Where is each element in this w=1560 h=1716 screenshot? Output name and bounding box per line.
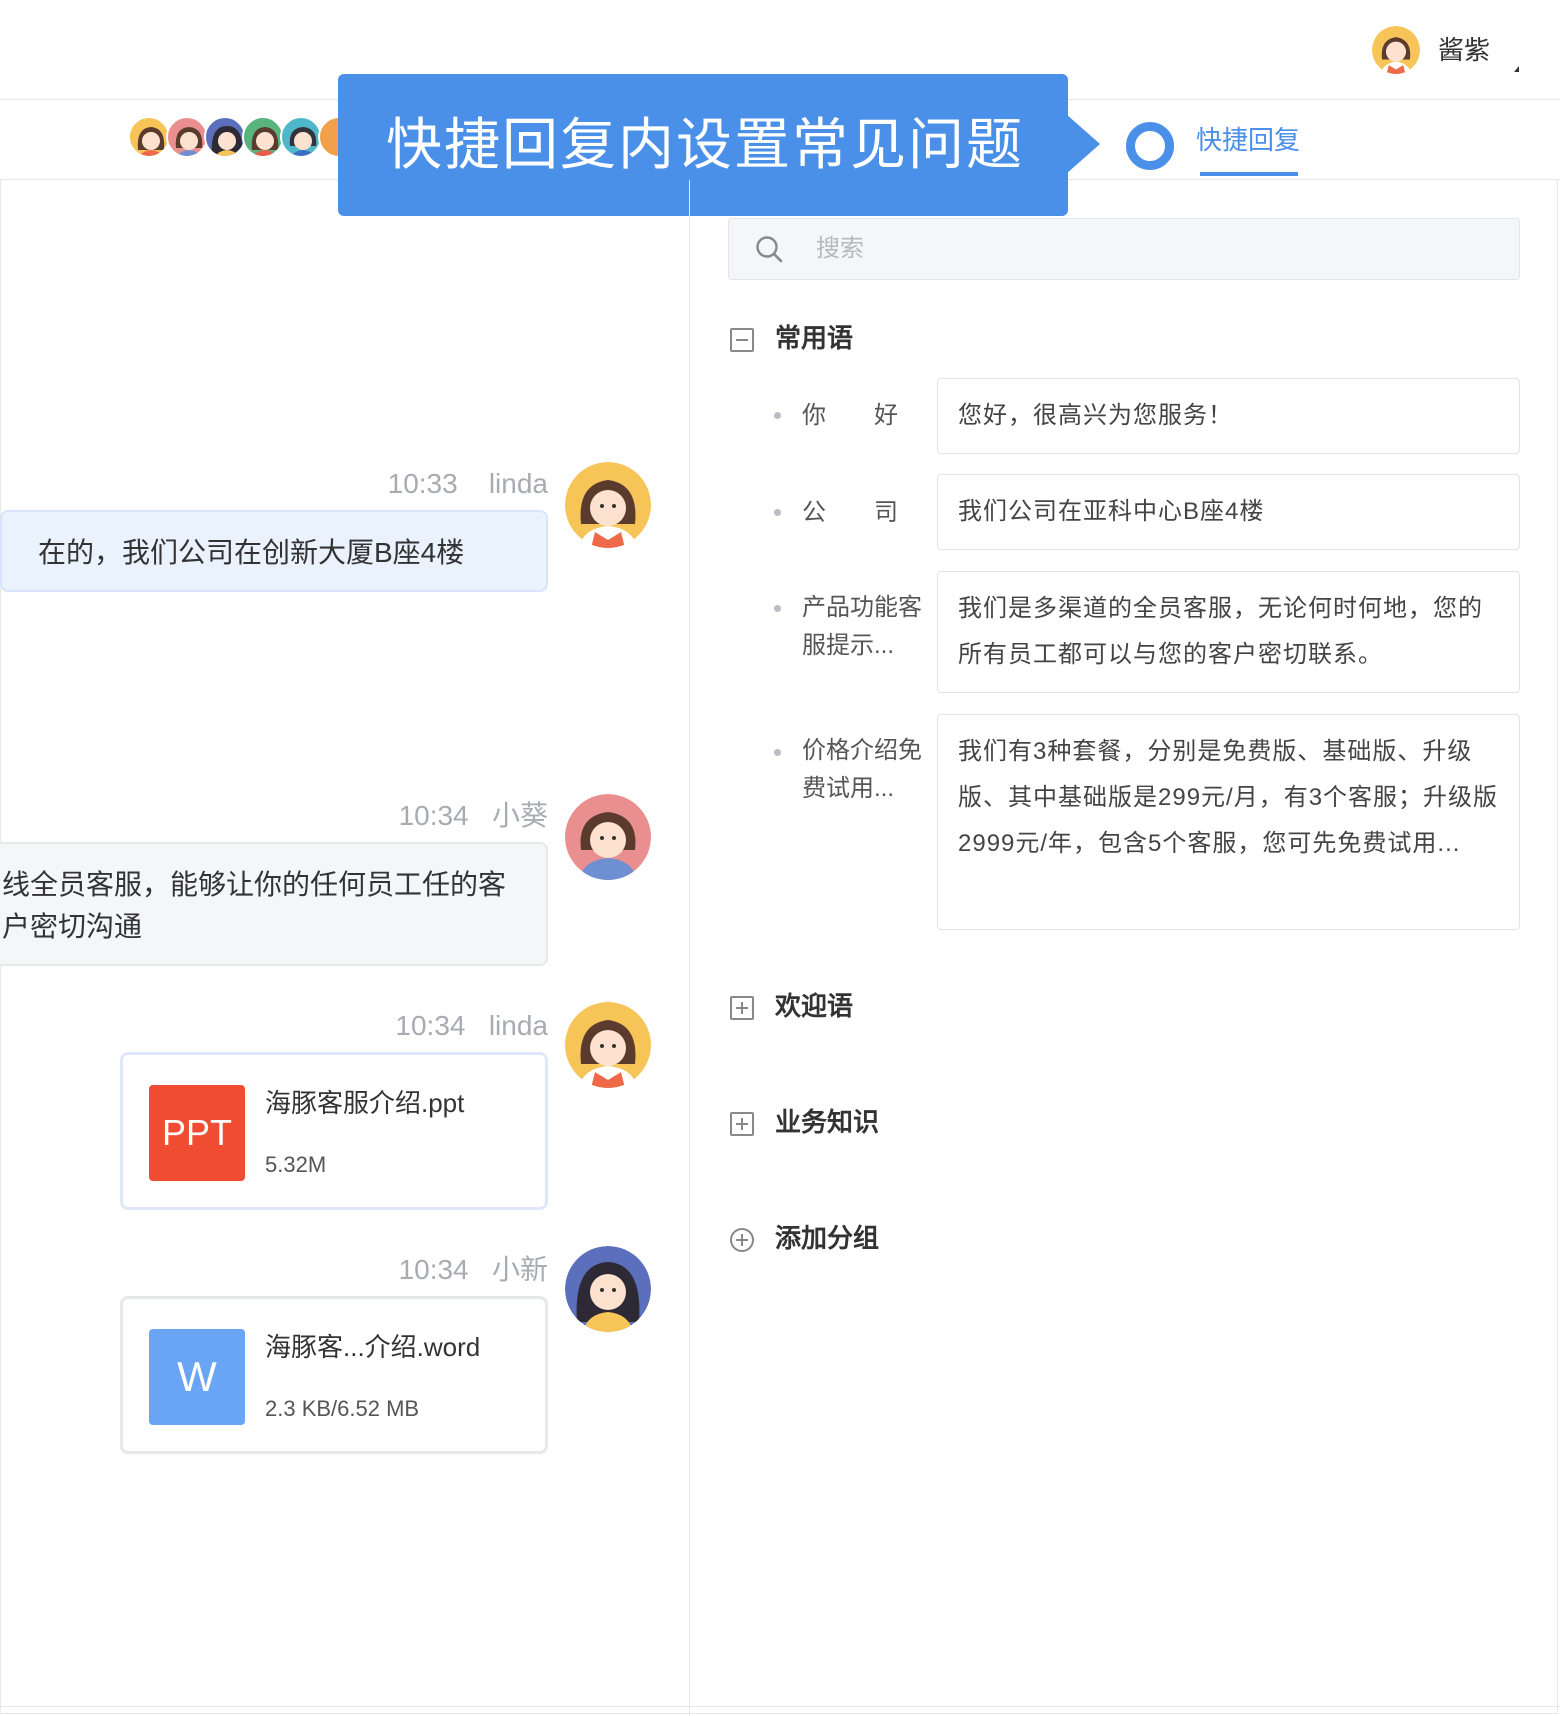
callout-arrow [1066,114,1100,174]
reply-item[interactable]: 我们有3种套餐，分别是免费版、基础版、升级版、其中基础版是299元/月，有3个客… [937,714,1520,930]
file-attachment[interactable]: PPT 海豚客服介绍.ppt 5.32M [120,1052,548,1210]
bottom-border [0,1706,1560,1707]
reply-key: 你 好 [802,402,898,429]
sender-avatar[interactable] [565,462,651,548]
file-size: 5.32M [265,1152,327,1177]
reply-key: 产品功能客服提示... [802,594,922,659]
collapse-icon[interactable] [730,328,754,352]
agent-avatar[interactable] [166,116,208,158]
reply-item[interactable]: 我们公司在亚科中心B座4楼 [937,474,1520,550]
bullet [774,749,781,756]
search-icon [754,234,784,264]
message-sender: linda [488,1010,548,1041]
agent-avatar[interactable] [242,116,284,158]
reply-key: 公 司 [802,499,898,526]
file-attachment[interactable]: W 海豚客...介绍.word 2.3 KB/6.52 MB [120,1296,548,1454]
bullet [774,509,781,516]
sender-avatar[interactable] [565,1002,651,1088]
file-name: 海豚客服介绍.ppt [265,1088,465,1118]
message-time: 10:34 [398,800,469,831]
group-label[interactable]: 业务知识 [775,1104,879,1140]
message-time: 10:34 [398,1254,469,1285]
user-name[interactable]: 酱紫 [1438,32,1490,68]
reply-item[interactable]: 我们是多渠道的全员客服，无论何时何地，您的所有员工都可以与您的客户密切联系。 [937,571,1520,693]
reply-item[interactable]: 您好，很高兴为您服务！ [937,378,1520,454]
group-label[interactable]: 常用语 [775,320,853,356]
panel-divider [689,180,690,1716]
add-icon[interactable] [730,1228,754,1252]
user-avatar[interactable] [1372,26,1420,74]
agent-avatar[interactable] [280,116,322,158]
sender-avatar[interactable] [565,1246,651,1332]
message-time: 10:34 [395,1010,466,1041]
file-name: 海豚客...介绍.word [265,1332,481,1362]
message-bubble[interactable]: 在的，我们公司在创新大厦B座4楼 [0,510,548,592]
message-meta: 10:34 小新 [148,1250,548,1290]
message-sender: linda [488,468,548,499]
file-size: 2.3 KB/6.52 MB [265,1396,420,1421]
search-placeholder: 搜索 [816,235,864,262]
message-bubble[interactable]: 线全员客服，能够让你的任何员工任的客户密切沟通 [0,842,548,966]
group-label[interactable]: 欢迎语 [775,988,853,1024]
add-group-button[interactable]: 添加分组 [775,1220,879,1256]
bullet [774,605,781,612]
message-meta: 10:34 小葵 [148,796,548,836]
agent-avatar[interactable] [128,116,170,158]
callout-text: 快捷回复内设置常见问题 [386,113,1024,178]
active-tab-indicator [1200,172,1298,176]
quick-reply-tab-icon[interactable] [1126,122,1174,170]
expand-icon[interactable] [730,996,754,1020]
sender-avatar[interactable] [565,794,651,880]
message-sender: 小新 [491,1254,548,1285]
reply-key: 价格介绍免费试用... [802,737,922,802]
agent-avatar[interactable] [204,116,246,158]
message-meta: 10:34 linda [148,1006,548,1046]
message-time: 10:33 [387,468,458,499]
caret-down-icon[interactable] [1514,66,1519,72]
message-sender: 小葵 [491,800,548,831]
ppt-file-icon: PPT [149,1085,245,1181]
message-meta: 10:33 linda [148,464,548,504]
expand-icon[interactable] [730,1112,754,1136]
tab-quick-reply[interactable]: 快捷回复 [1196,122,1300,158]
word-file-icon: W [149,1329,245,1425]
bullet [774,412,781,419]
